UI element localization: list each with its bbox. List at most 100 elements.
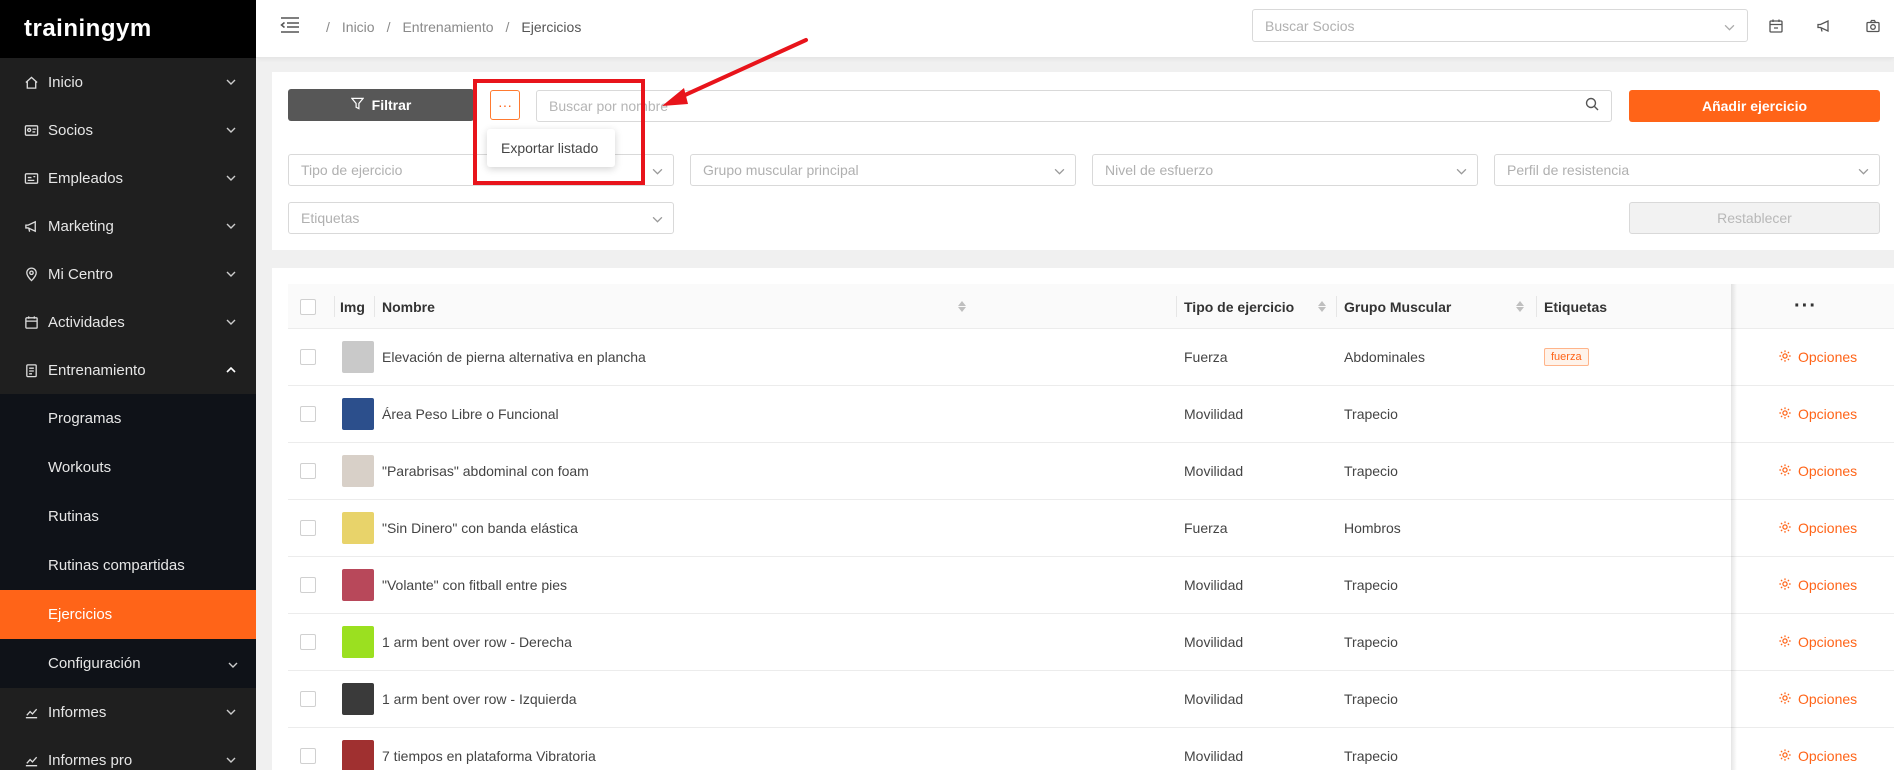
options-label: Opciones [1798,406,1858,422]
gear-icon [1778,520,1792,537]
gear-icon [1778,463,1792,480]
breadcrumb-separator: / [505,19,510,35]
menu-collapse-icon[interactable] [280,16,302,38]
row-checkbox[interactable] [300,557,316,613]
sidebar-subitem-configuracion[interactable]: Configuración [0,639,256,688]
exercise-muscle: Trapecio [1344,748,1398,764]
select-grupo-muscular[interactable]: Grupo muscular principal [690,154,1076,186]
row-checkbox[interactable] [300,728,316,770]
exercise-thumbnail [342,557,374,613]
header-nombre[interactable]: Nombre [382,284,974,329]
table-row[interactable]: 1 arm bent over row - Izquierda Movilida… [288,671,1894,728]
sidebar-item-actividades[interactable]: Actividades [0,298,256,346]
select-tipo-ejercicio[interactable]: Tipo de ejercicio [288,154,674,186]
sidebar-item-inicio[interactable]: Inicio [0,58,256,106]
sort-icon[interactable] [1516,301,1524,312]
exercise-name[interactable]: Elevación de pierna alternativa en planc… [382,329,646,385]
row-checkbox[interactable] [300,671,316,727]
sidebar-subitem-ejercicios[interactable]: Ejercicios [0,590,256,639]
breadcrumb-ejercicios: Ejercicios [521,19,582,35]
sidebar-item-informes-pro[interactable]: Informes pro [0,736,256,770]
header-grupo-muscular[interactable]: Grupo Muscular [1344,284,1532,329]
exercise-name[interactable]: 7 tiempos en plataforma Vibratoria [382,728,596,770]
sidebar-item-informes[interactable]: Informes [0,688,256,736]
row-checkbox[interactable] [300,386,316,442]
sidebar-subitem-programas[interactable]: Programas [0,394,256,443]
more-options-button[interactable]: ··· [490,90,520,120]
filter-button[interactable]: Filtrar [288,89,474,121]
table-row[interactable]: "Parabrisas" abdominal con foam Movilida… [288,443,1894,500]
exercise-name[interactable]: 1 arm bent over row - Derecha [382,614,572,670]
sidebar-item-label: Socios [48,121,94,139]
sort-icon[interactable] [1318,301,1326,312]
options-button[interactable]: Opciones [1778,671,1857,727]
row-checkbox[interactable] [300,614,316,670]
sidebar-subitem-label: Rutinas [48,508,99,525]
exercise-name[interactable]: "Volante" con fitball entre pies [382,557,567,613]
export-list-menu-item[interactable]: Exportar listado [487,129,615,167]
options-button[interactable]: Opciones [1778,443,1857,499]
table-row[interactable]: "Volante" con fitball entre pies Movilid… [288,557,1894,614]
row-checkbox[interactable] [300,500,316,556]
sidebar-item-label: Marketing [48,217,114,235]
sidebar-subitem-label: Configuración [48,655,141,672]
sidebar-item-mi-centro[interactable]: Mi Centro [0,250,256,298]
sort-icon[interactable] [958,301,966,312]
actions-header-dots[interactable]: ··· [1794,284,1817,329]
options-button[interactable]: Opciones [1778,500,1857,556]
add-exercise-button[interactable]: Añadir ejercicio [1629,90,1880,122]
table-row[interactable]: Área Peso Libre o Funcional Movilidad Tr… [288,386,1894,443]
breadcrumb-inicio[interactable]: Inicio [342,19,375,35]
options-button[interactable]: Opciones [1778,386,1857,442]
breadcrumb-entrenamiento[interactable]: Entrenamiento [402,19,493,35]
reset-button[interactable]: Restablecer [1629,202,1880,234]
brand-logo[interactable]: trainingym [0,0,256,58]
home-icon [24,75,48,90]
exercise-name[interactable]: 1 arm bent over row - Izquierda [382,671,577,727]
table-row[interactable]: 7 tiempos en plataforma Vibratoria Movil… [288,728,1894,770]
exercise-name[interactable]: "Parabrisas" abdominal con foam [382,443,589,499]
exercise-thumbnail [342,500,374,556]
options-button[interactable]: Opciones [1778,329,1857,385]
megaphone-icon[interactable] [1816,18,1834,36]
exercise-name[interactable]: "Sin Dinero" con banda elástica [382,500,578,556]
calendar-check-icon[interactable] [1768,18,1786,36]
table-row[interactable]: "Sin Dinero" con banda elástica Fuerza H… [288,500,1894,557]
table-row[interactable]: Elevación de pierna alternativa en planc… [288,329,1894,386]
gear-icon [1778,748,1792,765]
camera-icon[interactable] [1865,18,1883,36]
select-etiquetas[interactable]: Etiquetas [288,202,674,234]
sidebar-item-entrenamiento[interactable]: Entrenamiento [0,346,256,394]
sidebar: trainingym Inicio Socios Empleados Marke… [0,0,256,770]
sidebar-subitem-workouts[interactable]: Workouts [0,443,256,492]
search-input[interactable] [549,98,1585,114]
sidebar-subitem-label: Rutinas compartidas [48,557,185,574]
options-button[interactable]: Opciones [1778,728,1857,770]
search-by-name-field[interactable] [536,90,1612,122]
chart-line-icon [24,705,48,720]
select-perfil-resistencia[interactable]: Perfil de resistencia [1494,154,1880,186]
options-label: Opciones [1798,634,1858,650]
header-tipo-ejercicio[interactable]: Tipo de ejercicio [1184,284,1334,329]
row-checkbox[interactable] [300,443,316,499]
options-button[interactable]: Opciones [1778,557,1857,613]
chevron-down-icon [224,219,238,233]
exercise-image [342,512,374,544]
exercise-type: Movilidad [1184,634,1244,650]
row-checkbox[interactable] [300,329,316,385]
sidebar-subitem-rutinas[interactable]: Rutinas [0,492,256,541]
sidebar-item-socios[interactable]: Socios [0,106,256,154]
exercise-muscle: Trapecio [1344,463,1398,479]
exercise-image [342,341,374,373]
select-nivel-esfuerzo[interactable]: Nivel de esfuerzo [1092,154,1478,186]
search-socios-select[interactable]: Buscar Socios [1252,9,1748,42]
options-button[interactable]: Opciones [1778,614,1857,670]
select-all-checkbox[interactable] [300,284,316,329]
exercise-name[interactable]: Área Peso Libre o Funcional [382,386,559,442]
table-row[interactable]: 1 arm bent over row - Derecha Movilidad … [288,614,1894,671]
exercise-thumbnail [342,329,374,385]
sidebar-subitem-rutinas-compartidas[interactable]: Rutinas compartidas [0,541,256,590]
sidebar-item-marketing[interactable]: Marketing [0,202,256,250]
sidebar-item-empleados[interactable]: Empleados [0,154,256,202]
search-icon[interactable] [1585,97,1599,116]
